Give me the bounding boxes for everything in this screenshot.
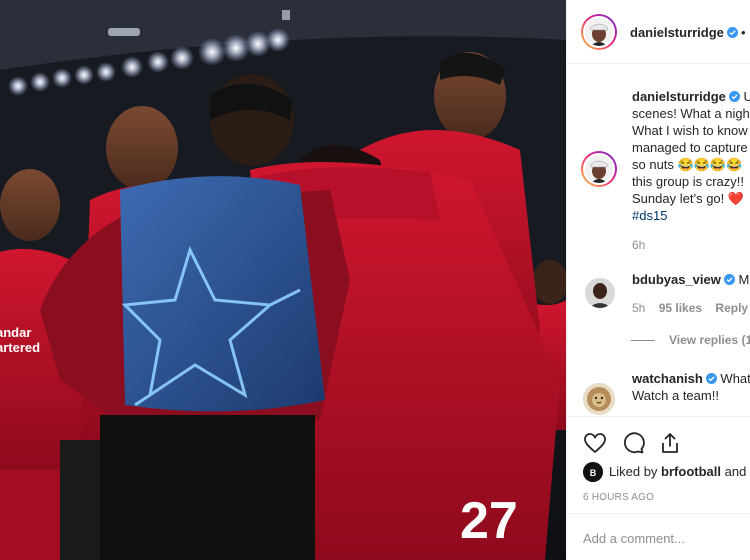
shirt-number: 27 xyxy=(460,492,518,550)
caption-hashtag[interactable]: #ds15 xyxy=(632,207,667,224)
add-comment-bar xyxy=(567,513,750,560)
view-replies-button[interactable]: View replies (1) xyxy=(631,333,750,347)
caption-line-3: What I wish to know xyxy=(632,123,748,138)
lion-avatar-icon xyxy=(583,383,615,415)
caption-text-start: U xyxy=(744,89,750,104)
comment-1-text: M xyxy=(738,272,750,287)
liked-by-text: Liked by brfootball and xyxy=(609,464,746,479)
liker-avatar[interactable]: B xyxy=(583,462,603,482)
author-username[interactable]: danielsturridge xyxy=(630,25,738,40)
avatar-image xyxy=(585,18,613,46)
caption-line-2: scenes! What a nigh xyxy=(632,106,750,121)
comment-2-line-2: Watch a team!! xyxy=(632,388,719,403)
comment-2-username[interactable]: watchanish xyxy=(632,371,703,386)
view-replies-label[interactable]: View replies (1) xyxy=(669,333,750,347)
post-time-ago[interactable]: 6 HOURS AGO xyxy=(583,492,654,503)
verified-icon xyxy=(728,91,740,102)
comment-2-line: watchanish What xyxy=(632,370,750,387)
br-logo-icon: B xyxy=(583,462,603,482)
caption-time[interactable]: 6h xyxy=(632,238,645,252)
header-dot[interactable]: • xyxy=(741,25,746,40)
author-avatar[interactable] xyxy=(581,14,617,50)
caption-line-1: danielsturridge U xyxy=(632,88,750,105)
commenter-avatar[interactable] xyxy=(583,383,615,415)
caption-line-5: so nuts 😂😂😂😂 xyxy=(632,157,743,172)
verified-icon xyxy=(723,274,735,285)
author-username-text[interactable]: danielsturridge xyxy=(630,25,724,40)
comment-1-meta: 5h 95 likes Reply xyxy=(632,301,748,315)
caption-line-6: this group is crazy!! xyxy=(632,174,744,189)
comment-1-reply-button[interactable]: Reply xyxy=(715,301,748,315)
verified-icon xyxy=(705,373,717,384)
comment-1-username[interactable]: bdubyas_view xyxy=(632,272,721,287)
avatar-image xyxy=(585,278,615,308)
comment-1-time[interactable]: 5h xyxy=(632,301,645,315)
verified-icon xyxy=(726,27,738,38)
commenter-avatar[interactable] xyxy=(585,278,615,308)
comment-2-text: What xyxy=(720,371,750,386)
post-header: danielsturridge • xyxy=(567,0,750,64)
svg-text:B: B xyxy=(590,468,597,478)
add-comment-input[interactable] xyxy=(583,528,743,548)
comment-1-line: bdubyas_view M xyxy=(632,271,749,288)
caption-line-7: Sunday let’s go! ❤️ xyxy=(632,191,745,206)
comment-1-likes[interactable]: 95 likes xyxy=(659,301,702,315)
caption-line-4: managed to capture xyxy=(632,140,748,155)
liked-by-suffix: and xyxy=(724,464,747,479)
sponsor-text-1: andar xyxy=(0,325,31,340)
heart-icon[interactable] xyxy=(583,431,607,455)
sponsor-text-2: artered xyxy=(0,340,40,355)
post-actions: B Liked by brfootball and 6 HOURS AGO xyxy=(567,416,750,560)
liked-by-user[interactable]: brfootball xyxy=(661,464,721,479)
post-photo[interactable]: andar artered 27 xyxy=(0,0,566,560)
comment-icon[interactable] xyxy=(621,431,645,455)
avatar-image xyxy=(585,155,613,183)
share-icon[interactable] xyxy=(658,431,682,455)
celebration-photo: andar artered 27 xyxy=(0,0,566,560)
liked-by-prefix: Liked by xyxy=(609,464,658,479)
caption-username[interactable]: danielsturridge xyxy=(632,89,726,104)
replies-divider xyxy=(631,340,655,342)
caption-avatar[interactable] xyxy=(581,151,617,187)
post-side-panel: danielsturridge • danielsturridge U scen… xyxy=(566,0,750,560)
